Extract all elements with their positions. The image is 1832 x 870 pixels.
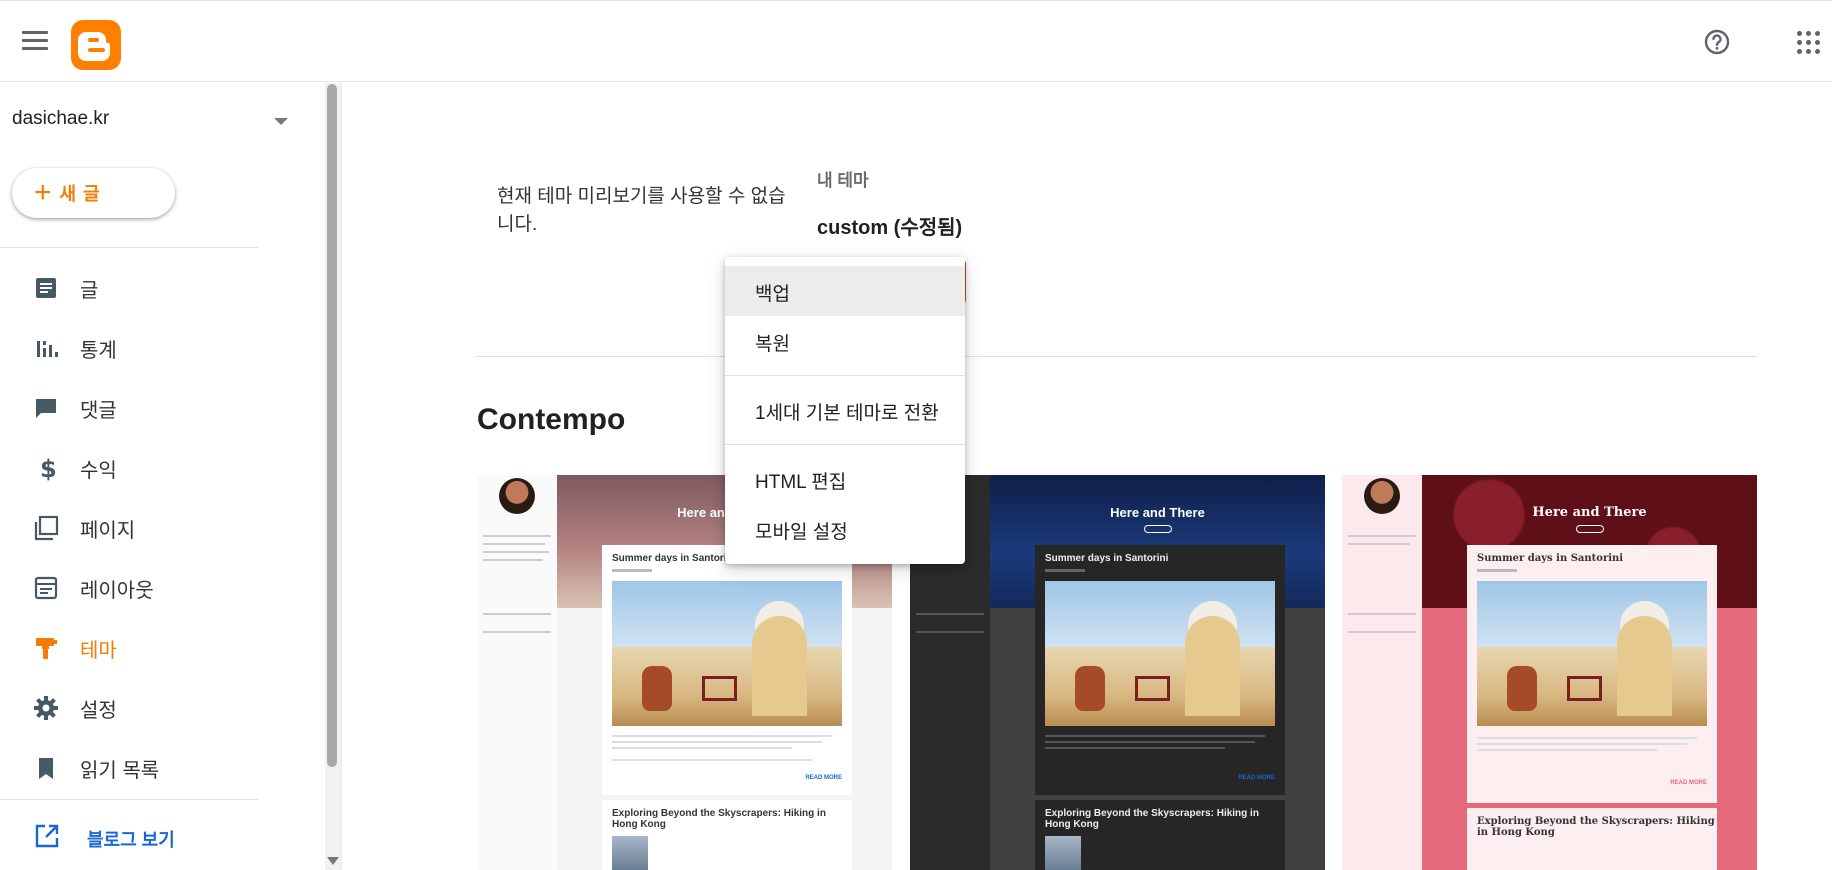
sidebar-item-label: 수익 — [80, 459, 117, 482]
read-more-link: READ MORE — [1238, 775, 1275, 781]
menu-item-label: 모바일 설정 — [755, 522, 848, 543]
scroll-down-arrow-icon[interactable] — [327, 857, 339, 865]
earnings-icon: $ — [40, 455, 57, 481]
sidebar-item-theme[interactable]: 테마 — [0, 618, 258, 678]
sidebar-item-label: 페이지 — [80, 519, 136, 542]
post-preview: Exploring Beyond the Skyscrapers: Hiking… — [602, 800, 852, 870]
read-more-link: READ MORE — [1670, 780, 1707, 786]
sidebar-item-label: 통계 — [80, 339, 117, 362]
preview-unavailable-message: 현재 테마 미리보기를 사용할 수 없습니다. — [497, 186, 786, 235]
new-post-label: 새 글 — [59, 184, 101, 204]
sidebar-nav: 글 통계 댓글 $ 수익 페이지 레이아웃 테마 설정 읽기 목록 — [0, 258, 258, 798]
sidebar-item-reading-list[interactable]: 읽기 목록 — [0, 738, 258, 798]
plus-icon: + — [34, 176, 52, 209]
hero-title: Here and There — [1532, 505, 1647, 520]
divider — [341, 83, 342, 870]
posts-icon — [36, 278, 56, 298]
help-circle-icon[interactable] — [1703, 28, 1731, 56]
avatar — [499, 478, 535, 514]
sidebar-item-comments[interactable]: 댓글 — [0, 378, 258, 438]
pages-icon — [34, 515, 59, 541]
stats-icon — [37, 341, 58, 357]
menu-item-label: 복원 — [755, 334, 790, 355]
view-blog-link[interactable]: 블로그 보기 — [0, 818, 258, 858]
chevron-down-icon — [274, 118, 288, 125]
sidebar-item-label: 댓글 — [80, 399, 117, 422]
sidebar-item-label: 설정 — [80, 699, 117, 722]
card-sidebar — [1342, 475, 1422, 870]
sidebar: dasichae.kr + 새 글 글 통계 댓글 $ 수익 페이지 레이아웃 — [0, 83, 288, 870]
post-title: Exploring Beyond the Skyscrapers: Hiking… — [1045, 808, 1259, 830]
theme-icon — [36, 638, 57, 659]
post-title: Exploring Beyond the Skyscrapers: Hiking… — [612, 808, 826, 830]
read-more-link: READ MORE — [805, 775, 842, 781]
post-preview: Summer days in Santorini READ MORE — [1035, 545, 1285, 795]
sidebar-item-label: 테마 — [80, 639, 117, 662]
post-preview: Summer days in Santorini READ MORE — [1467, 545, 1717, 803]
scrollbar-thumb[interactable] — [327, 84, 337, 767]
divider — [0, 247, 258, 248]
divider — [0, 799, 258, 800]
my-theme-label: 내 테마 — [817, 171, 869, 190]
settings-icon — [34, 696, 58, 720]
sidebar-item-label: 글 — [80, 279, 99, 302]
apps-grid-icon[interactable] — [1797, 31, 1821, 55]
sidebar-item-posts[interactable]: 글 — [0, 258, 258, 318]
sidebar-item-pages[interactable]: 페이지 — [0, 498, 258, 558]
blog-name: dasichae.kr — [12, 108, 110, 129]
theme-actions-menu: 백업 복원 1세대 기본 테마로 전환 HTML 편집 모바일 설정 — [725, 257, 965, 564]
menu-item-label: HTML 편집 — [755, 472, 847, 493]
blogger-logo-icon[interactable] — [71, 20, 121, 70]
view-blog-label: 블로그 보기 — [87, 830, 175, 850]
menu-item-restore[interactable]: 복원 — [725, 316, 965, 366]
hamburger-menu-icon[interactable] — [22, 31, 48, 51]
post-image — [1477, 581, 1707, 726]
menu-item-backup[interactable]: 백업 — [725, 266, 965, 316]
post-image — [612, 581, 842, 726]
theme-card[interactable]: Here and There Summer days in Santorini … — [910, 475, 1325, 870]
divider — [725, 444, 965, 445]
theme-card[interactable]: Here and There Summer days in Santorini … — [1342, 475, 1757, 870]
comments-icon — [36, 399, 56, 418]
reading-list-icon — [39, 758, 53, 779]
post-preview: Summer days in Santorini READ MORE — [602, 545, 852, 795]
blog-selector[interactable]: dasichae.kr — [12, 108, 292, 136]
post-title: Exploring Beyond the Skyscrapers: Hiking… — [1477, 816, 1715, 838]
section-title: Contempo — [477, 403, 626, 436]
sidebar-item-label: 레이아웃 — [80, 579, 154, 602]
layout-icon — [34, 576, 58, 600]
current-theme-name: custom (수정됨) — [817, 217, 963, 239]
post-preview: Exploring Beyond the Skyscrapers: Hiking… — [1035, 800, 1285, 870]
svg-text:$: $ — [40, 455, 57, 481]
post-preview: Exploring Beyond the Skyscrapers: Hiking… — [1467, 808, 1717, 870]
post-title: Summer days in Santorini — [612, 553, 736, 564]
post-title: Summer days in Santorini — [1477, 553, 1624, 564]
post-image — [1045, 581, 1275, 726]
new-post-button[interactable]: + 새 글 — [12, 168, 175, 218]
sidebar-item-label: 읽기 목록 — [80, 759, 160, 782]
avatar — [1364, 478, 1400, 514]
post-title: Summer days in Santorini — [1045, 553, 1169, 564]
card-sidebar — [477, 475, 557, 870]
menu-item-edit-html[interactable]: HTML 편집 — [725, 454, 965, 504]
divider — [725, 375, 965, 376]
sidebar-item-layout[interactable]: 레이아웃 — [0, 558, 258, 618]
top-app-bar — [0, 0, 1832, 82]
sidebar-item-settings[interactable]: 설정 — [0, 678, 258, 738]
hero-title: Here and There — [1110, 505, 1205, 520]
menu-item-label: 1세대 기본 테마로 전환 — [755, 403, 939, 424]
sidebar-item-earnings[interactable]: $ 수익 — [0, 438, 258, 498]
sidebar-item-stats[interactable]: 통계 — [0, 318, 258, 378]
open-in-new-icon — [35, 824, 59, 848]
menu-item-revert-classic[interactable]: 1세대 기본 테마로 전환 — [725, 385, 965, 435]
divider — [477, 356, 1757, 357]
menu-item-label: 백업 — [755, 284, 790, 305]
menu-item-mobile-settings[interactable]: 모바일 설정 — [725, 504, 965, 554]
